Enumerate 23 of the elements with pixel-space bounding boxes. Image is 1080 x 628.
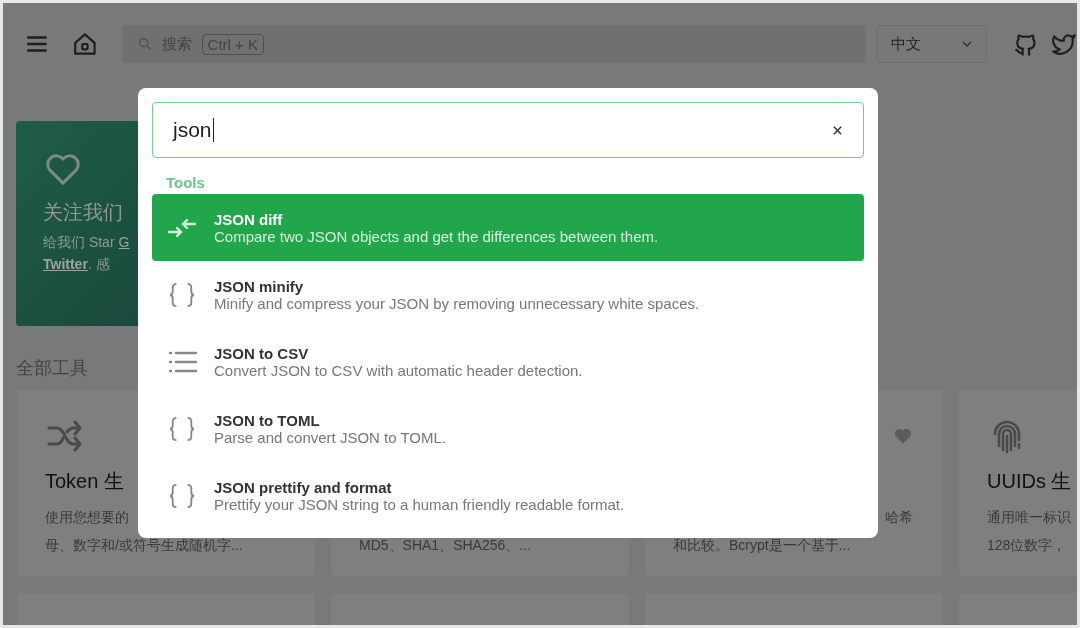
- tool-title: UUIDs 生: [987, 470, 1072, 492]
- tool-description: MD5、SHA1、SHA256、...: [359, 537, 531, 553]
- result-description: Compare two JSON objects and get the differences between them.: [214, 227, 659, 245]
- result-description: Minify and compress your JSON by removing unnecessary white spaces.: [214, 294, 700, 312]
- tool-description: 和比较。Bcrypt是一个基于...: [673, 537, 851, 553]
- card-text: 给我们 Star: [43, 234, 115, 252]
- result-description: Prettify your JSON string to a human friendly readable format.: [214, 495, 625, 513]
- result-title: JSON prettify and format: [214, 478, 393, 496]
- group-label: Tools: [166, 174, 206, 191]
- tool-description: 通用唯一标识: [987, 509, 1071, 525]
- result-title: JSON to CSV: [214, 344, 310, 362]
- tool-description: 母、数字和/或符号生成随机字...: [45, 537, 243, 553]
- tool-description: 使用您想要的: [45, 509, 129, 525]
- result-title: JSON minify: [214, 277, 305, 295]
- result-description: Parse and convert JSON to TOML.: [214, 428, 447, 446]
- result-description: Convert JSON to CSV with automatic header detection.: [214, 361, 583, 379]
- tool-description: 128位数字，: [987, 537, 1067, 553]
- tool-title: Token 生: [45, 470, 124, 492]
- tool-description: 哈希: [885, 508, 913, 527]
- result-title: JSON to TOML: [214, 411, 321, 429]
- card-title: 关注我们: [43, 200, 123, 225]
- result-title: JSON diff: [214, 210, 284, 228]
- card-text: . 感: [87, 256, 110, 274]
